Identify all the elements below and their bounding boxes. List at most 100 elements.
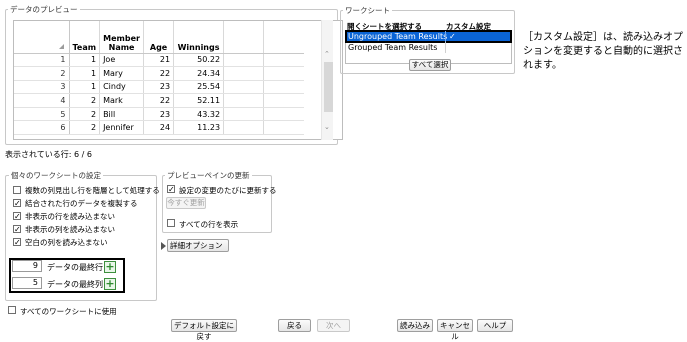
import-button[interactable]: 読み込み — [397, 319, 433, 332]
use-all-sheets-checkbox[interactable] — [8, 306, 16, 314]
column-header-empty — [223, 21, 265, 54]
last-row-input[interactable]: 9 — [12, 260, 42, 272]
data-preview-title: データのプレビュー — [8, 4, 80, 15]
update-each-checkbox[interactable]: ✓ — [167, 185, 175, 194]
cell-member-name: Bill — [99, 107, 145, 122]
worksheet-item-grouped[interactable]: Grouped Team Results — [346, 42, 511, 53]
cell-team: 1 — [69, 66, 101, 81]
row-number: 5 — [14, 107, 70, 122]
cell-team: 2 — [69, 93, 101, 108]
option-checkbox[interactable]: ✓ — [13, 199, 21, 208]
cell-empty — [223, 107, 265, 122]
cell-age: 22 — [143, 66, 175, 81]
scroll-up-icon[interactable]: ⌃ — [324, 50, 330, 58]
last-row-add-icon[interactable]: + — [104, 261, 116, 273]
cell-empty — [263, 107, 304, 122]
cell-winnings: 52.11 — [173, 93, 225, 108]
rows-shown-status: 表示されている行: 6 / 6 — [5, 150, 92, 159]
row-number: 1 — [14, 53, 70, 68]
cell-team: 1 — [69, 80, 101, 95]
cell-team: 2 — [69, 120, 101, 136]
custom-check-icon[interactable]: ✓ — [449, 31, 456, 42]
cell-empty — [223, 93, 265, 108]
table-row: 4 2 Mark 22 52.11 — [14, 93, 304, 108]
table-corner — [14, 21, 70, 54]
option-label: 空白の列を読み込まない — [25, 238, 108, 247]
preview-update-title: プレビューペインの更新 — [165, 170, 252, 181]
option-checkbox[interactable] — [13, 186, 21, 194]
table-row: 5 2 Bill 23 43.32 — [14, 107, 304, 122]
back-button[interactable]: 戻る — [278, 319, 311, 332]
table-row: 1 1 Joe 21 50.22 — [14, 53, 304, 68]
cell-age: 24 — [143, 120, 175, 136]
column-header-team[interactable]: Team — [69, 21, 101, 54]
cell-age: 23 — [143, 107, 175, 122]
cell-winnings: 50.22 — [173, 53, 225, 68]
last-col-add-icon[interactable]: + — [104, 278, 116, 290]
restore-defaults-button[interactable]: デフォルト設定に戻す — [171, 319, 237, 341]
cell-winnings: 25.54 — [173, 80, 225, 95]
cell-team: 2 — [69, 107, 101, 122]
column-header-winnings[interactable]: Winnings — [173, 21, 225, 54]
option-checkbox[interactable]: ✓ — [13, 212, 21, 221]
cell-empty — [263, 80, 304, 95]
cell-member-name: Joe — [99, 53, 145, 68]
use-all-sheets-label: すべてのワークシートに使用 — [20, 307, 117, 316]
worksheet-name: Ungrouped Team Results — [348, 32, 448, 41]
show-all-rows-label: すべての行を表示 — [179, 220, 239, 229]
custom-settings-note: ［カスタム設定］は、読み込みオプションを変更すると自動的に選択されます。 — [523, 32, 683, 71]
corner-triangle-icon — [58, 43, 64, 49]
preview-table: Team Member Name Age Winnings 1 1 Joe 21 50.… — [13, 20, 343, 140]
option-label: 非表示の列を読み込まない — [25, 225, 115, 234]
update-now-button[interactable]: 今すぐ更新 — [166, 197, 206, 209]
table-row: 6 2 Jennifer 24 11.23 — [14, 120, 304, 136]
worksheet-name: Grouped Team Results — [348, 43, 438, 52]
cell-empty — [263, 93, 304, 108]
select-all-button[interactable]: すべて選択 — [409, 59, 451, 71]
cell-empty — [263, 120, 304, 136]
option-checkbox[interactable]: ✓ — [13, 225, 21, 234]
cell-empty — [223, 80, 265, 95]
last-row-label: データの最終行 — [47, 263, 103, 272]
column-header-member-name[interactable]: Member Name — [99, 21, 145, 54]
cell-empty — [223, 66, 265, 81]
cell-empty — [223, 120, 265, 136]
column-header-age[interactable]: Age — [143, 21, 175, 54]
individual-settings-title: 個々のワークシートの設定 — [9, 170, 103, 181]
last-col-input[interactable]: 5 — [12, 277, 42, 289]
cell-age: 23 — [143, 80, 175, 95]
cell-age: 22 — [143, 93, 175, 108]
last-col-label: データの最終列 — [47, 280, 103, 289]
option-checkbox[interactable]: ✓ — [13, 238, 21, 247]
preview-vertical-scrollbar[interactable]: ⌃ ⌄ — [321, 20, 333, 140]
option-label: 結合された行のデータを複製する — [25, 199, 138, 208]
cell-empty — [263, 53, 304, 68]
worksheet-title: ワークシート — [343, 5, 392, 16]
next-button[interactable]: 次へ — [317, 319, 350, 332]
cell-member-name: Mary — [99, 66, 145, 81]
show-all-rows-checkbox[interactable] — [167, 219, 175, 227]
row-number: 3 — [14, 80, 70, 95]
scroll-down-icon[interactable]: ⌄ — [324, 123, 330, 131]
cell-member-name: Mark — [99, 93, 145, 108]
column-divider — [445, 31, 446, 42]
scroll-thumb[interactable] — [324, 62, 333, 112]
worksheet-item-ungrouped[interactable]: Ungrouped Team Results ✓ — [345, 30, 512, 43]
help-button[interactable]: ヘルプ — [477, 319, 513, 332]
cell-member-name: Jennifer — [99, 120, 145, 136]
cell-winnings: 11.23 — [173, 120, 225, 136]
cancel-button[interactable]: キャンセル — [437, 319, 473, 341]
table-row: 2 1 Mary 22 24.34 — [14, 66, 304, 81]
row-number: 6 — [14, 120, 70, 136]
table-row: 3 1 Cindy 23 25.54 — [14, 80, 304, 95]
column-divider — [445, 42, 446, 53]
cell-member-name: Cindy — [99, 80, 145, 95]
option-label: 複数の列見出し行を階層として処理する — [25, 186, 160, 195]
cell-winnings: 43.32 — [173, 107, 225, 122]
cell-empty — [223, 53, 265, 68]
cell-winnings: 24.34 — [173, 66, 225, 81]
cell-team: 1 — [69, 53, 101, 68]
advanced-options-button[interactable]: 詳細オプション — [167, 239, 229, 252]
option-label: 非表示の行を読み込まない — [25, 212, 115, 221]
advanced-expand-icon[interactable] — [161, 242, 166, 250]
